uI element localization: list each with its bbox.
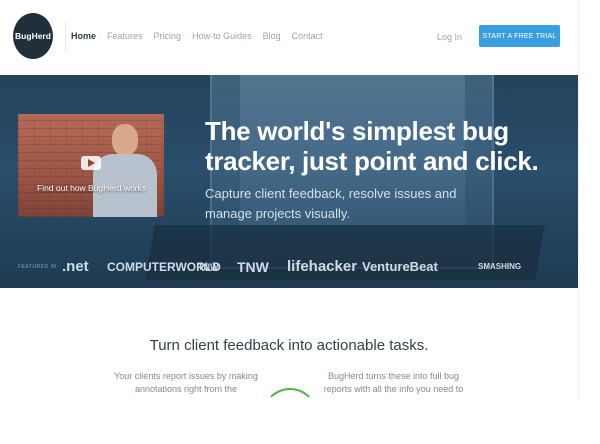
video-caption: Find out how BugHerd works bbox=[37, 183, 147, 193]
nav-home[interactable]: Home bbox=[71, 31, 96, 41]
window-scrollbar[interactable] bbox=[578, 0, 600, 400]
section-tagline: Turn client feedback into actionable tas… bbox=[149, 337, 429, 354]
hero-headline: The world's simplest bug tracker, just p… bbox=[205, 116, 539, 176]
nav-contact[interactable]: Contact bbox=[292, 31, 323, 41]
main-nav: Home Features Pricing How-to Guides Blog… bbox=[71, 31, 323, 41]
tnw-logo: TNW bbox=[237, 259, 269, 275]
nav-features[interactable]: Features bbox=[107, 31, 143, 41]
nav-divider bbox=[65, 22, 66, 52]
start-free-trial-button[interactable]: START A FREE TRIAL bbox=[479, 25, 560, 47]
page: BugHerd Home Features Pricing How-to Gui… bbox=[0, 0, 578, 400]
play-icon[interactable] bbox=[81, 156, 101, 170]
venturebeat-logo: VentureBeat bbox=[362, 259, 438, 274]
nav-blog[interactable]: Blog bbox=[263, 31, 281, 41]
site-header: BugHerd Home Features Pricing How-to Gui… bbox=[0, 0, 578, 75]
features-section: Turn client feedback into actionable tas… bbox=[0, 288, 578, 400]
bugherd-logo[interactable]: BugHerd bbox=[13, 13, 53, 59]
tnw-small-logo: TNW bbox=[198, 262, 219, 272]
nav-pricing[interactable]: Pricing bbox=[154, 31, 182, 41]
featured-in-label: FEATURED IN bbox=[18, 264, 57, 270]
smashing-magazine-logo: SMASHING bbox=[478, 262, 522, 271]
hero-banner: Find out how BugHerd works The world's s… bbox=[0, 75, 578, 288]
login-link[interactable]: Log In bbox=[437, 32, 462, 42]
presenter-head bbox=[112, 124, 138, 156]
lifehacker-logo: lifehacker bbox=[287, 258, 358, 275]
feature-right-text: BugHerd turns these into full bug report… bbox=[323, 371, 464, 394]
arrow-arc-icon bbox=[262, 388, 318, 444]
dotnet-logo: .net bbox=[62, 258, 89, 275]
nav-how-to-guides[interactable]: How-to Guides bbox=[192, 31, 252, 41]
logo-text: BugHerd bbox=[15, 31, 51, 41]
hero-subheadline: Capture client feedback, resolve issues … bbox=[205, 186, 457, 221]
intro-video-thumbnail[interactable]: Find out how BugHerd works bbox=[18, 114, 164, 217]
feature-left-text: Your clients report issues by making ann… bbox=[114, 371, 258, 394]
featured-in-bar: FEATURED IN .net COMPUTERWORLD TNW TNW l… bbox=[0, 255, 578, 280]
